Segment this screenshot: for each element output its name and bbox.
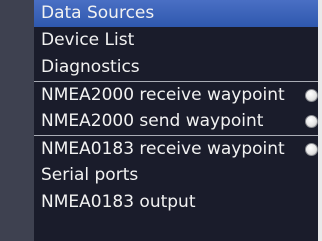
menu-item-device-list[interactable]: Device List <box>34 27 318 54</box>
menu-item-serial-ports[interactable]: Serial ports <box>34 162 318 189</box>
menu-item-data-sources[interactable]: Data Sources <box>34 0 318 27</box>
menu-item-label: Serial ports <box>41 165 139 185</box>
menu-item-diagnostics[interactable]: Diagnostics <box>34 54 318 81</box>
settings-screen: Data Sources Device List Diagnostics NME… <box>0 0 322 241</box>
menu-item-label: NMEA2000 receive waypoint <box>41 85 285 105</box>
menu-item-label: NMEA2000 send waypoint <box>41 111 264 131</box>
menu-item-label: NMEA0183 output <box>41 192 196 212</box>
menu-item-label: Data Sources <box>41 3 155 23</box>
menu-item-label: Device List <box>41 30 135 50</box>
right-edge <box>318 0 322 241</box>
menu-item-nmea2000-send-waypoint[interactable]: NMEA2000 send waypoint <box>34 108 318 135</box>
menu-item-nmea0183-output[interactable]: NMEA0183 output <box>34 189 318 216</box>
menu-item-label: NMEA0183 receive waypoint <box>41 139 285 159</box>
menu-item-nmea2000-receive-waypoint[interactable]: NMEA2000 receive waypoint <box>34 81 318 108</box>
radio-toggle-icon[interactable] <box>305 143 318 156</box>
settings-menu: Data Sources Device List Diagnostics NME… <box>34 0 318 216</box>
menu-item-nmea0183-receive-waypoint[interactable]: NMEA0183 receive waypoint <box>34 135 318 162</box>
menu-item-label: Diagnostics <box>41 57 140 77</box>
left-panel-strip <box>0 0 34 241</box>
radio-toggle-icon[interactable] <box>305 89 318 102</box>
radio-toggle-icon[interactable] <box>305 115 318 128</box>
